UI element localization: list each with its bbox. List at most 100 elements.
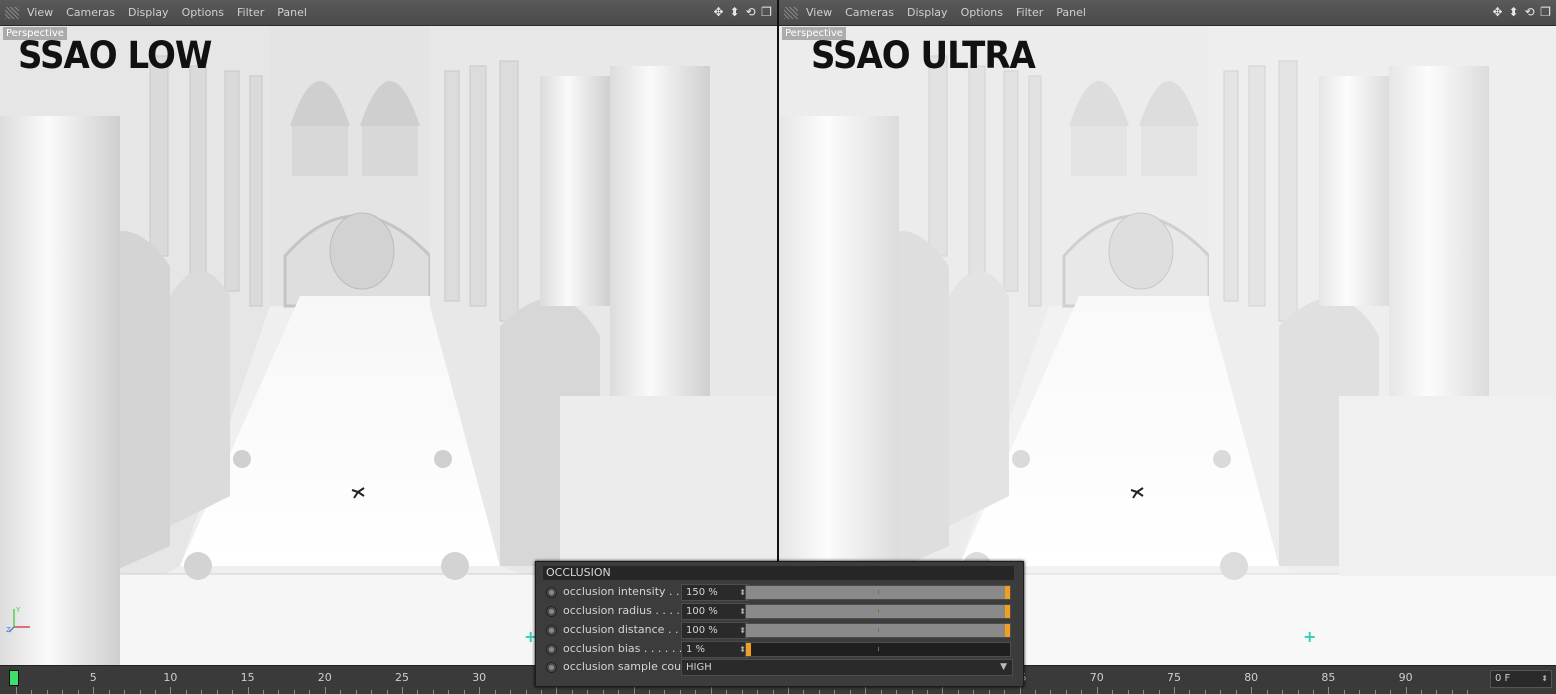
zoom-icon[interactable]: ⬍ bbox=[1507, 5, 1520, 19]
param-label: occlusion intensity . . . . bbox=[563, 585, 694, 598]
menu-panel[interactable]: Panel bbox=[1056, 6, 1086, 19]
menu-options[interactable]: Options bbox=[961, 6, 1003, 19]
tick-label: 30 bbox=[472, 671, 487, 684]
viewport-menubar: View Cameras Display Options Filter Pane… bbox=[0, 0, 777, 26]
slider-knob[interactable] bbox=[1005, 586, 1010, 599]
tick-mark bbox=[540, 690, 542, 694]
tick-mark bbox=[1143, 690, 1145, 694]
tick-mark bbox=[1343, 690, 1345, 694]
menu-view[interactable]: View bbox=[806, 6, 832, 19]
param-label: occlusion radius . . . . . . bbox=[563, 604, 694, 617]
tick-mark bbox=[494, 690, 496, 694]
tick-mark bbox=[1127, 690, 1129, 694]
param-value-field[interactable]: 150 % ⬍ bbox=[681, 584, 749, 601]
tick-mark bbox=[525, 690, 527, 694]
tick-mark bbox=[1297, 690, 1299, 694]
tick-mark bbox=[695, 690, 697, 694]
tick-mark bbox=[1081, 690, 1083, 694]
playhead-handle[interactable] bbox=[9, 670, 19, 686]
tick-mark bbox=[571, 690, 573, 694]
param-row-sample-count: occlusion sample count HIGH ▼ bbox=[545, 659, 1013, 676]
tick-mark bbox=[386, 690, 388, 694]
param-slider[interactable] bbox=[745, 604, 1011, 619]
maximize-icon[interactable]: ❐ bbox=[1539, 5, 1552, 19]
tick-label: 15 bbox=[240, 671, 255, 684]
param-value-field[interactable]: 100 % ⬍ bbox=[681, 622, 749, 639]
tick-mark bbox=[602, 690, 604, 694]
tick-mark bbox=[278, 690, 280, 694]
spinner-icon[interactable]: ⬍ bbox=[1541, 671, 1548, 687]
tick-mark bbox=[1050, 690, 1052, 694]
axis-y-label: Y bbox=[15, 606, 21, 614]
viewport-title: SSAO ULTRA bbox=[811, 34, 1036, 78]
menu-display[interactable]: Display bbox=[907, 6, 948, 19]
slider-midmark bbox=[878, 647, 879, 651]
keyframe-radio[interactable] bbox=[546, 625, 557, 636]
tick-mark bbox=[463, 690, 465, 694]
maximize-icon[interactable]: ❐ bbox=[760, 5, 773, 19]
move-icon[interactable]: ✥ bbox=[1491, 5, 1504, 19]
tick-label: 20 bbox=[317, 671, 332, 684]
panel-header: OCCLUSION bbox=[543, 566, 1014, 580]
tick-mark bbox=[263, 690, 265, 694]
param-value-field[interactable]: 1 % ⬍ bbox=[681, 641, 749, 658]
tick-mark bbox=[849, 690, 851, 694]
menu-display[interactable]: Display bbox=[128, 6, 169, 19]
slider-knob[interactable] bbox=[1005, 605, 1010, 618]
tick-mark bbox=[1035, 690, 1037, 694]
param-label: occlusion bias . . . . . . . . bbox=[563, 642, 697, 655]
current-frame-field[interactable]: 0 F ⬍ bbox=[1490, 670, 1552, 688]
tick-mark bbox=[1204, 690, 1206, 694]
zoom-icon[interactable]: ⬍ bbox=[728, 5, 741, 19]
menu-options[interactable]: Options bbox=[182, 6, 224, 19]
tick-mark bbox=[1235, 690, 1237, 694]
tick-mark bbox=[649, 690, 651, 694]
keyframe-radio[interactable] bbox=[546, 662, 557, 673]
tick-mark bbox=[1374, 690, 1376, 694]
param-row-bias: occlusion bias . . . . . . . . 1 % ⬍ bbox=[545, 641, 1013, 658]
tick-mark bbox=[1421, 690, 1423, 694]
param-value: 100 % bbox=[686, 625, 718, 636]
viewport-menubar: View Cameras Display Options Filter Pane… bbox=[779, 0, 1556, 26]
param-value-field[interactable]: 100 % ⬍ bbox=[681, 603, 749, 620]
menu-panel[interactable]: Panel bbox=[277, 6, 307, 19]
tick-mark bbox=[417, 690, 419, 694]
tick-label: 80 bbox=[1244, 671, 1259, 684]
tick-mark bbox=[185, 690, 187, 694]
tick-mark bbox=[772, 690, 774, 694]
keyframe-radio[interactable] bbox=[546, 587, 557, 598]
grip-icon[interactable] bbox=[784, 6, 798, 19]
menu-cameras[interactable]: Cameras bbox=[66, 6, 115, 19]
param-slider[interactable] bbox=[745, 642, 1011, 657]
sample-count-dropdown[interactable]: HIGH ▼ bbox=[681, 659, 1013, 676]
rotate-icon[interactable]: ⟲ bbox=[1523, 5, 1536, 19]
tick-mark bbox=[293, 690, 295, 694]
grip-icon[interactable] bbox=[5, 6, 19, 19]
param-slider[interactable] bbox=[745, 623, 1011, 638]
tick-mark bbox=[232, 690, 234, 694]
tick-mark bbox=[1189, 690, 1191, 694]
param-slider[interactable] bbox=[745, 585, 1011, 600]
slider-knob[interactable] bbox=[746, 643, 751, 656]
move-icon[interactable]: ✥ bbox=[712, 5, 725, 19]
tick-mark bbox=[926, 690, 928, 694]
tick-mark bbox=[679, 690, 681, 694]
chevron-down-icon[interactable]: ▼ bbox=[1000, 660, 1007, 675]
tick-mark bbox=[818, 690, 820, 694]
tick-mark bbox=[664, 690, 666, 694]
tick-mark bbox=[510, 690, 512, 694]
tick-mark bbox=[62, 690, 64, 694]
param-label: occlusion distance . . . . bbox=[563, 623, 693, 636]
menu-cameras[interactable]: Cameras bbox=[845, 6, 894, 19]
keyframe-radio[interactable] bbox=[546, 606, 557, 617]
tick-mark bbox=[1112, 690, 1114, 694]
slider-knob[interactable] bbox=[1005, 624, 1010, 637]
menu-filter[interactable]: Filter bbox=[237, 6, 264, 19]
keyframe-radio[interactable] bbox=[546, 644, 557, 655]
menu-filter[interactable]: Filter bbox=[1016, 6, 1043, 19]
rotate-icon[interactable]: ⟲ bbox=[744, 5, 757, 19]
crosshair-icon: + bbox=[1303, 627, 1317, 646]
tick-mark bbox=[726, 690, 728, 694]
tick-mark bbox=[309, 690, 311, 694]
menu-view[interactable]: View bbox=[27, 6, 53, 19]
